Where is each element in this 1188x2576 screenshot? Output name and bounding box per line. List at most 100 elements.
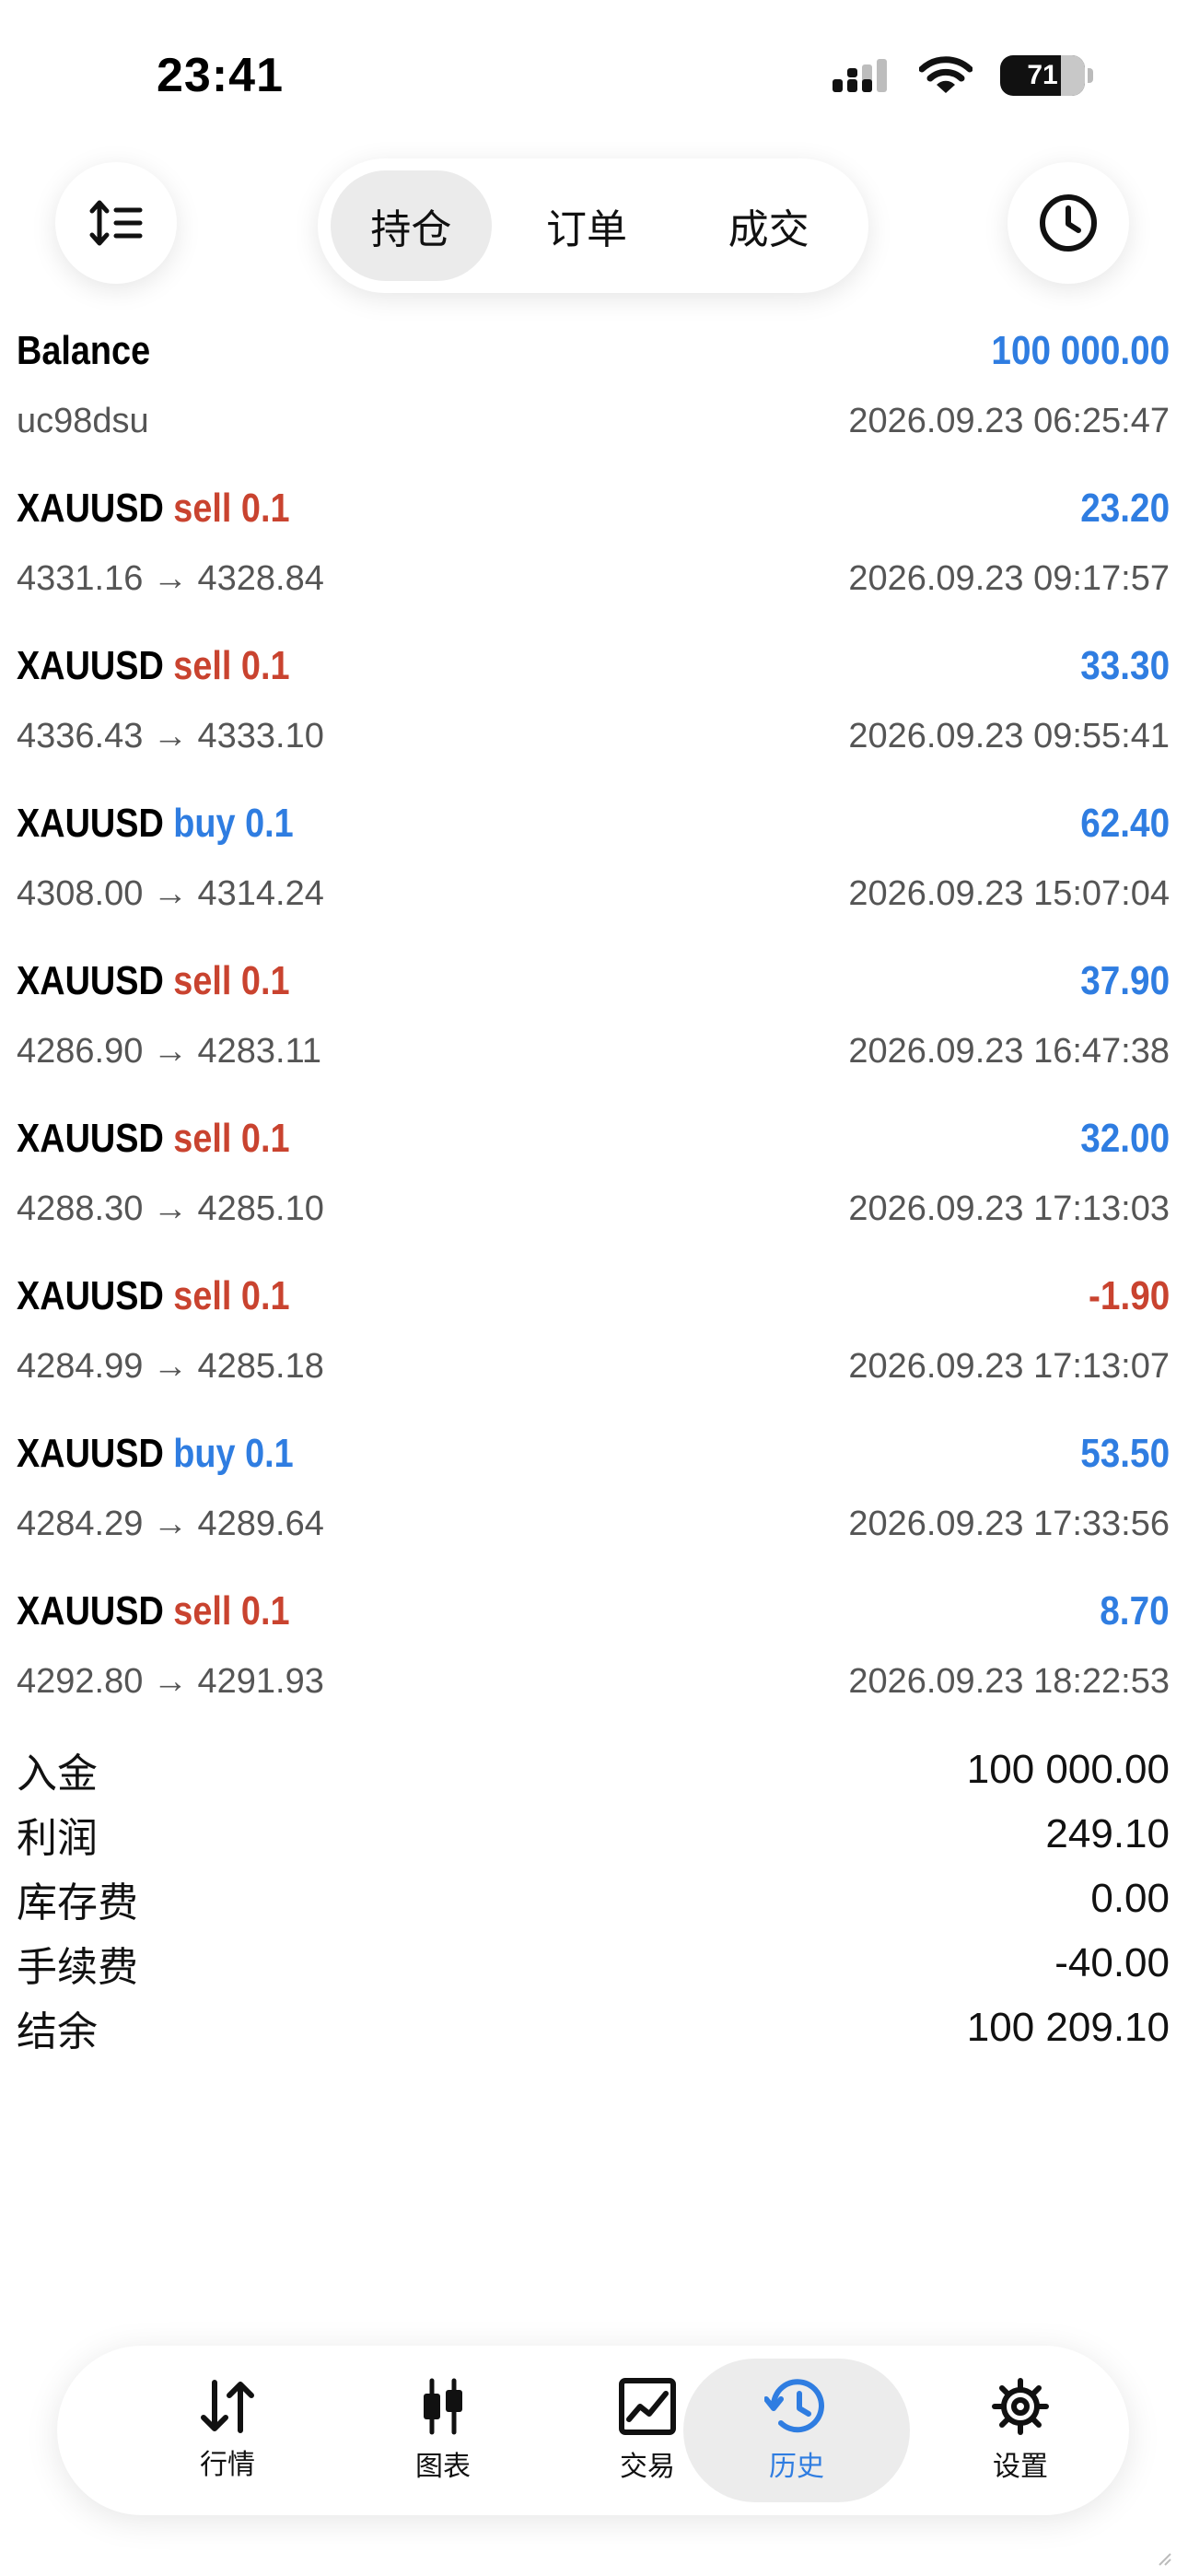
deal-symbol: XAUUSD <box>17 486 164 531</box>
deal-row[interactable]: XAUUSD sell 0.1 32.00 4288.30 → 4285.10 … <box>17 1116 1170 1273</box>
tab-positions-label: 持仓 <box>370 207 452 252</box>
summary-value: 100 209.10 <box>966 2005 1170 2050</box>
deal-prices: 4284.29 → 4289.64 <box>17 1505 324 1543</box>
status-icons: 71 <box>831 55 1093 96</box>
deals-list: Balance 100 000.00 uc98dsu 2026.09.23 06… <box>17 328 1170 1746</box>
deal-row[interactable]: XAUUSD sell 0.1 37.90 4286.90 → 4283.11 … <box>17 958 1170 1116</box>
deal-time: 2026.09.23 09:55:41 <box>848 717 1170 755</box>
status-time: 23:41 <box>157 49 284 102</box>
arrows-updown-icon <box>201 2380 254 2433</box>
deal-row[interactable]: XAUUSD buy 0.1 62.40 4308.00 → 4314.24 2… <box>17 801 1170 958</box>
deal-row[interactable]: XAUUSD sell 0.1 33.30 4336.43 → 4333.10 … <box>17 643 1170 801</box>
account-id: uc98dsu <box>17 402 149 440</box>
tab-history[interactable]: 历史 <box>683 2359 910 2502</box>
deal-time: 2026.09.23 17:13:03 <box>848 1189 1170 1228</box>
tab-label: 交易 <box>620 2452 675 2482</box>
deal-prices: 4336.43 → 4333.10 <box>17 717 324 755</box>
deal-side: sell 0.1 <box>173 486 290 531</box>
deal-profit: 33.30 <box>1080 643 1170 688</box>
tab-label: 行情 <box>200 2450 255 2480</box>
tab-deals-label: 成交 <box>728 207 809 252</box>
summary-label: 手续费 <box>17 1945 138 1990</box>
summary-balance: 结余 100 209.10 <box>17 1996 1170 2060</box>
deal-side: sell 0.1 <box>173 1273 290 1318</box>
deal-prices: 4284.99 → 4285.18 <box>17 1347 324 1386</box>
balance-title: Balance <box>17 328 151 373</box>
tab-positions[interactable]: 持仓 <box>331 170 492 281</box>
summary-value: 100 000.00 <box>966 1747 1170 1792</box>
deal-symbol: XAUUSD <box>17 958 164 1003</box>
deal-time: 2026.09.23 09:17:57 <box>848 559 1170 598</box>
tab-label: 设置 <box>993 2452 1048 2482</box>
summary-value: -40.00 <box>1054 1940 1170 1985</box>
deal-side: buy 0.1 <box>173 801 294 846</box>
deal-symbol: XAUUSD <box>17 1273 164 1318</box>
deal-side: sell 0.1 <box>173 958 290 1003</box>
summary-commission: 手续费 -40.00 <box>17 1931 1170 1996</box>
tab-deals[interactable]: 成交 <box>681 170 856 281</box>
summary-label: 入金 <box>17 1751 98 1797</box>
deal-time: 2026.09.23 18:22:53 <box>848 1662 1170 1701</box>
deal-profit: 62.40 <box>1080 801 1170 846</box>
bottom-tab-bar: 行情 图表 交易 历史 设置 <box>57 2346 1129 2515</box>
sort-icon <box>89 200 143 246</box>
summary-swap: 库存费 0.00 <box>17 1867 1170 1931</box>
deal-profit: 8.70 <box>1100 1588 1170 1633</box>
deal-side: sell 0.1 <box>173 643 290 688</box>
tab-settings[interactable]: 设置 <box>945 2359 1096 2502</box>
deal-symbol: XAUUSD <box>17 1588 164 1633</box>
summary-label: 利润 <box>17 1816 98 1861</box>
tab-orders-label: 订单 <box>546 207 628 252</box>
deal-side: sell 0.1 <box>173 1588 290 1633</box>
tab-quotes[interactable]: 行情 <box>114 2359 341 2502</box>
battery-indicator: 71 <box>1000 55 1093 96</box>
summary-label: 结余 <box>17 2009 98 2055</box>
history-clock-icon <box>764 2379 824 2433</box>
battery-level: 71 <box>1027 60 1058 90</box>
segment-control: 持仓 订单 成交 <box>318 158 868 293</box>
candlestick-icon <box>424 2378 462 2435</box>
deal-row[interactable]: XAUUSD buy 0.1 53.50 4284.29 → 4289.64 2… <box>17 1431 1170 1588</box>
deal-prices: 4292.80 → 4291.93 <box>17 1662 324 1701</box>
resize-grip-icon <box>1159 2553 1171 2566</box>
deal-side: sell 0.1 <box>173 1116 290 1161</box>
period-button[interactable] <box>1007 162 1129 284</box>
deal-row[interactable]: XAUUSD sell 0.1 23.20 4331.16 → 4328.84 … <box>17 486 1170 643</box>
deal-profit: 23.20 <box>1080 486 1170 531</box>
deal-symbol: XAUUSD <box>17 801 164 846</box>
deal-symbol: XAUUSD <box>17 643 164 688</box>
deal-side: buy 0.1 <box>173 1431 294 1476</box>
deal-prices: 4308.00 → 4314.24 <box>17 874 324 913</box>
deal-prices: 4288.30 → 4285.10 <box>17 1189 324 1228</box>
summary-value: 249.10 <box>1045 1811 1170 1856</box>
summary-value: 0.00 <box>1090 1876 1170 1921</box>
tab-label: 图表 <box>415 2452 471 2482</box>
summary-label: 库存费 <box>17 1880 138 1926</box>
deal-time: 2026.09.23 16:47:38 <box>848 1032 1170 1071</box>
balance-row[interactable]: Balance 100 000.00 uc98dsu 2026.09.23 06… <box>17 328 1170 486</box>
deal-prices: 4286.90 → 4283.11 <box>17 1032 322 1071</box>
deal-symbol: XAUUSD <box>17 1431 164 1476</box>
summary-section: 入金 100 000.00 利润 249.10 库存费 0.00 手续费 -40.00 … <box>17 1738 1170 2060</box>
deal-time: 2026.09.23 17:33:56 <box>848 1505 1170 1543</box>
tab-orders[interactable]: 订单 <box>492 170 682 281</box>
deal-symbol: XAUUSD <box>17 1116 164 1161</box>
trend-chart-icon <box>619 2378 676 2435</box>
deal-time: 2026.09.23 15:07:04 <box>848 874 1170 913</box>
gear-icon <box>992 2378 1049 2435</box>
tab-chart[interactable]: 图表 <box>330 2359 556 2502</box>
deal-row[interactable]: XAUUSD sell 0.1 -1.90 4284.99 → 4285.18 … <box>17 1273 1170 1431</box>
deal-profit: -1.90 <box>1088 1273 1170 1318</box>
cellular-signal-icon <box>833 59 887 92</box>
deal-profit: 53.50 <box>1080 1431 1170 1476</box>
deal-row[interactable]: XAUUSD sell 0.1 8.70 4292.80 → 4291.93 2… <box>17 1588 1170 1746</box>
deal-prices: 4331.16 → 4328.84 <box>17 559 324 598</box>
wifi-icon <box>919 56 973 93</box>
sort-button[interactable] <box>55 162 177 284</box>
summary-profit: 利润 249.10 <box>17 1802 1170 1867</box>
deal-profit: 37.90 <box>1080 958 1170 1003</box>
tab-label: 历史 <box>769 2452 824 2482</box>
balance-value: 100 000.00 <box>991 328 1170 373</box>
deal-profit: 32.00 <box>1080 1116 1170 1161</box>
summary-deposit: 入金 100 000.00 <box>17 1738 1170 1802</box>
